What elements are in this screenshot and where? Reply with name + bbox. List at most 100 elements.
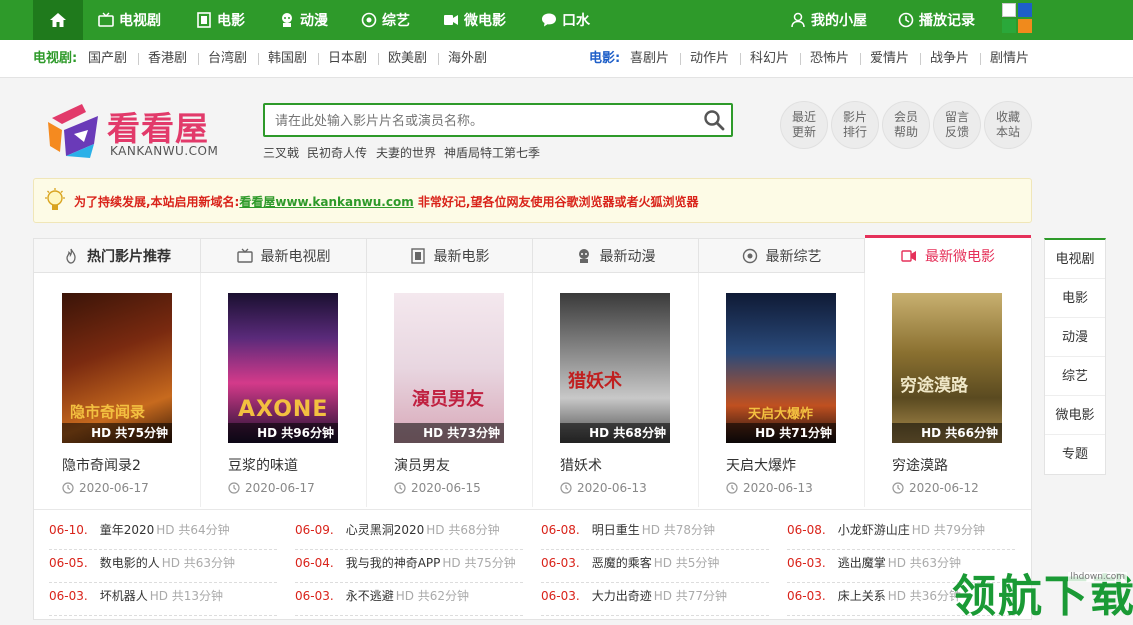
nav-tv[interactable]: 电视剧 bbox=[98, 0, 161, 40]
tv-link[interactable]: 韩国剧 bbox=[268, 40, 307, 78]
list-title[interactable]: 坏机器人 bbox=[100, 589, 148, 603]
movie-title[interactable]: 穷途漠路 bbox=[892, 455, 1042, 475]
movie-link[interactable]: 动作片 bbox=[690, 40, 729, 78]
micro-film-icon bbox=[901, 249, 916, 262]
hot-keyword[interactable]: 神盾局特工第七季 bbox=[444, 144, 540, 161]
play-history-link[interactable]: 播放记录 bbox=[898, 0, 975, 40]
list-title[interactable]: 我与我的神奇APP bbox=[346, 556, 441, 570]
list-title[interactable]: 小龙虾游山庄 bbox=[838, 523, 910, 537]
side-nav-tv[interactable]: 电视剧 bbox=[1045, 240, 1105, 279]
nav-movie[interactable]: 电影 bbox=[196, 0, 245, 40]
list-title[interactable]: 恶魔的乘客 bbox=[592, 556, 652, 570]
hot-keyword[interactable]: 夫妻的世界 bbox=[376, 144, 436, 161]
movie-date: 2020-06-17 bbox=[62, 481, 212, 495]
movie-card[interactable]: 猎妖术 HD 共68分钟 猎妖术 2020-06-13 bbox=[560, 293, 710, 495]
feedback-button[interactable]: 留言 反馈 bbox=[933, 101, 981, 149]
movie-link[interactable]: 战争片 bbox=[930, 40, 969, 78]
movie-card[interactable]: 演员男友 HD 共73分钟 演员男友 2020-06-15 bbox=[394, 293, 544, 495]
site-logo[interactable]: 看看屋 KANKANWU.COM bbox=[44, 100, 224, 162]
recent-updates-button[interactable]: 最近 更新 bbox=[780, 101, 828, 149]
list-title[interactable]: 床上关系 bbox=[838, 589, 886, 603]
side-nav: 电视剧 电影 动漫 综艺 微电影 专题 bbox=[1044, 238, 1106, 475]
movie-card[interactable]: 穷途漠路 HD 共66分钟 穷途漠路 2020-06-12 bbox=[892, 293, 1042, 495]
list-title[interactable]: 明日重生 bbox=[592, 523, 640, 537]
tv-link[interactable]: 欧美剧 bbox=[388, 40, 427, 78]
nav-variety[interactable]: 综艺 bbox=[361, 0, 410, 40]
movie-link[interactable]: 恐怖片 bbox=[810, 40, 849, 78]
movie-title[interactable]: 隐市奇闻录2 bbox=[62, 455, 212, 475]
list-item[interactable]: 06-05. 数电影的人 HD 共63分钟 bbox=[49, 550, 277, 583]
tab-latest-variety[interactable]: 最新综艺 bbox=[699, 239, 865, 273]
bookmark-button[interactable]: 收藏 本站 bbox=[984, 101, 1032, 149]
movie-poster[interactable]: AXONE HD 共96分钟 bbox=[228, 293, 338, 443]
list-item[interactable]: 06-03. 恶魔的乘客 HD 共5分钟 bbox=[541, 550, 769, 583]
list-title[interactable]: 逃出魔掌 bbox=[838, 556, 886, 570]
clock-icon bbox=[892, 482, 904, 494]
new-domain-link[interactable]: 看看屋www.kankanwu.com bbox=[239, 195, 413, 209]
side-nav-anime[interactable]: 动漫 bbox=[1045, 318, 1105, 357]
list-item[interactable]: 06-08. 明日重生 HD 共78分钟 bbox=[541, 517, 769, 550]
member-help-button[interactable]: 会员 帮助 bbox=[882, 101, 930, 149]
side-nav-movie[interactable]: 电影 bbox=[1045, 279, 1105, 318]
tv-link[interactable]: 海外剧 bbox=[448, 40, 487, 78]
movie-link[interactable]: 剧情片 bbox=[990, 40, 1029, 78]
tab-hot[interactable]: 热门影片推荐 bbox=[34, 239, 201, 273]
movie-poster[interactable]: 演员男友 HD 共73分钟 bbox=[394, 293, 504, 443]
movie-category-title: 电影: bbox=[589, 51, 621, 66]
movie-poster[interactable]: 隐市奇闻录 HD 共75分钟 bbox=[62, 293, 172, 443]
tab-latest-movie[interactable]: 最新电影 bbox=[367, 239, 533, 273]
list-item[interactable]: 06-03. 坏机器人 HD 共13分钟 bbox=[49, 583, 277, 616]
list-item[interactable]: 06-03. 永不逃避 HD 共62分钟 bbox=[295, 583, 523, 616]
date-text: 2020-06-17 bbox=[245, 481, 315, 495]
movie-card[interactable]: AXONE HD 共96分钟 豆浆的味道 2020-06-17 bbox=[228, 293, 378, 495]
side-nav-variety[interactable]: 综艺 bbox=[1045, 357, 1105, 396]
side-nav-topics[interactable]: 专题 bbox=[1045, 435, 1105, 474]
movie-link[interactable]: 喜剧片 bbox=[630, 40, 669, 78]
app-grid-icon[interactable] bbox=[1002, 3, 1032, 33]
tv-link[interactable]: 香港剧 bbox=[148, 40, 187, 78]
search-input[interactable] bbox=[275, 111, 695, 131]
movie-title[interactable]: 天启大爆炸 bbox=[726, 455, 876, 475]
list-title[interactable]: 大力出奇迹 bbox=[592, 589, 652, 603]
list-title[interactable]: 永不逃避 bbox=[346, 589, 394, 603]
list-item[interactable]: 06-03. 大力出奇迹 HD 共77分钟 bbox=[541, 583, 769, 616]
movie-title[interactable]: 演员男友 bbox=[394, 455, 544, 475]
hot-keyword[interactable]: 三叉戟 bbox=[263, 144, 299, 161]
side-nav-micro-film[interactable]: 微电影 bbox=[1045, 396, 1105, 435]
tab-latest-tv[interactable]: 最新电视剧 bbox=[201, 239, 367, 273]
divider bbox=[740, 53, 741, 65]
list-item[interactable]: 06-08. 小龙虾游山庄 HD 共79分钟 bbox=[787, 517, 1015, 550]
hot-keyword[interactable]: 民初奇人传 bbox=[307, 144, 367, 161]
list-date: 06-05. bbox=[49, 556, 88, 570]
list-item[interactable]: 06-09. 心灵黑洞2020 HD 共68分钟 bbox=[295, 517, 523, 550]
nav-anime[interactable]: 动漫 bbox=[279, 0, 328, 40]
nav-chat[interactable]: 口水 bbox=[541, 0, 590, 40]
nav-micro-film[interactable]: 微电影 bbox=[443, 0, 506, 40]
list-item[interactable]: 06-10. 童年2020 HD 共64分钟 bbox=[49, 517, 277, 550]
movie-poster[interactable]: 猎妖术 HD 共68分钟 bbox=[560, 293, 670, 443]
movie-poster[interactable]: 天启大爆炸 HD 共71分钟 bbox=[726, 293, 836, 443]
list-title[interactable]: 童年2020 bbox=[100, 523, 155, 537]
micro-film-icon bbox=[444, 15, 458, 25]
list-title[interactable]: 心灵黑洞2020 bbox=[346, 523, 425, 537]
movie-card[interactable]: 隐市奇闻录 HD 共75分钟 隐市奇闻录2 2020-06-17 bbox=[62, 293, 212, 495]
list-item[interactable]: 06-04. 我与我的神奇APP HD 共75分钟 bbox=[295, 550, 523, 583]
movie-title[interactable]: 猎妖术 bbox=[560, 455, 710, 475]
ranking-button[interactable]: 影片 排行 bbox=[831, 101, 879, 149]
nav-chat-label: 口水 bbox=[562, 13, 590, 29]
movie-link[interactable]: 爱情片 bbox=[870, 40, 909, 78]
movie-poster[interactable]: 穷途漠路 HD 共66分钟 bbox=[892, 293, 1002, 443]
tv-link[interactable]: 国产剧 bbox=[88, 40, 127, 78]
tv-link[interactable]: 台湾剧 bbox=[208, 40, 247, 78]
home-button[interactable] bbox=[33, 0, 83, 40]
tv-link[interactable]: 日本剧 bbox=[328, 40, 367, 78]
tab-latest-anime[interactable]: 最新动漫 bbox=[533, 239, 699, 273]
my-house-link[interactable]: 我的小屋 bbox=[790, 0, 867, 40]
list-title[interactable]: 数电影的人 bbox=[100, 556, 160, 570]
movie-link[interactable]: 科幻片 bbox=[750, 40, 789, 78]
search-icon[interactable] bbox=[703, 109, 725, 131]
tab-latest-micro-film[interactable]: 最新微电影 bbox=[865, 235, 1031, 274]
movie-card[interactable]: 天启大爆炸 HD 共71分钟 天启大爆炸 2020-06-13 bbox=[726, 293, 876, 495]
list-quality: HD 共64分钟 bbox=[156, 523, 230, 537]
movie-title[interactable]: 豆浆的味道 bbox=[228, 455, 378, 475]
